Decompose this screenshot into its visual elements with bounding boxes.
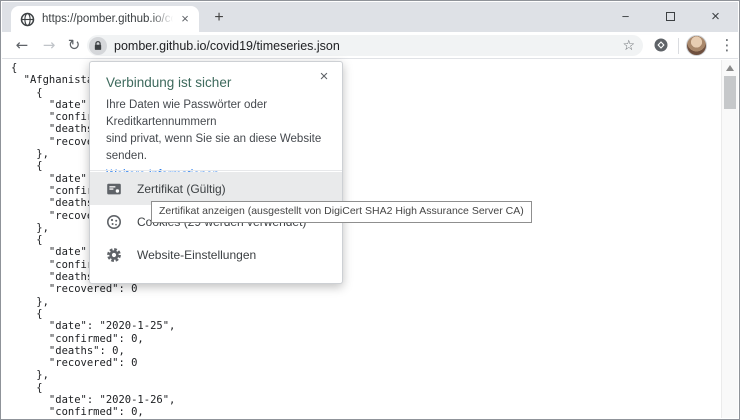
cookie-icon <box>106 214 122 230</box>
titlebar: https://pomber.github.io/covid19 × + − × <box>2 2 738 32</box>
reload-button[interactable]: ↻ <box>64 35 84 55</box>
bookmark-star-icon[interactable]: ☆ <box>622 37 635 55</box>
forward-button[interactable]: → <box>39 35 59 55</box>
popup-title: Verbindung ist sicher <box>106 75 326 90</box>
tab-title-fade <box>151 12 177 27</box>
globe-favicon-icon <box>20 12 35 27</box>
popup-close-button[interactable]: × <box>315 68 333 86</box>
toolbar-divider <box>678 38 679 54</box>
tab-title: https://pomber.github.io/covid19 <box>42 12 177 27</box>
menu-item-label: Zertifikat (Gültig) <box>137 182 226 196</box>
popup-separator <box>90 170 342 171</box>
profile-avatar[interactable] <box>686 35 707 56</box>
extension-icon[interactable] <box>653 37 669 53</box>
toolbar: ← → ↻ pomber.github.io/covid19/timeserie… <box>2 32 738 59</box>
window-minimize-button[interactable]: − <box>603 2 648 30</box>
window-close-button[interactable]: × <box>693 2 738 30</box>
tab-close-button[interactable]: × <box>177 11 193 27</box>
window-maximize-button[interactable] <box>648 2 693 30</box>
maximize-icon <box>666 12 675 21</box>
site-info-lock-button[interactable] <box>89 37 107 55</box>
site-info-popup: × Verbindung ist sicher Ihre Daten wie P… <box>89 61 343 284</box>
popup-body-text: Ihre Daten wie Passwörter oder Kreditkar… <box>106 97 326 165</box>
scrollbar-thumb[interactable] <box>724 76 736 109</box>
menu-item-site-settings[interactable]: Website-Einstellungen <box>90 238 342 271</box>
lock-icon <box>93 40 103 51</box>
address-bar[interactable]: pomber.github.io/covid19/timeseries.json… <box>87 35 643 56</box>
certificate-tooltip: Zertifikat anzeigen (ausgestellt von Dig… <box>151 201 532 223</box>
settings-gear-icon <box>106 247 122 263</box>
browser-window: https://pomber.github.io/covid19 × + − ×… <box>0 0 740 420</box>
menu-item-label: Website-Einstellungen <box>137 248 256 262</box>
browser-tab[interactable]: https://pomber.github.io/covid19 × <box>11 6 199 32</box>
new-tab-button[interactable]: + <box>207 9 231 27</box>
scrollbar[interactable] <box>721 60 738 418</box>
scrollbar-up-arrow-icon[interactable] <box>726 65 734 71</box>
window-controls: − × <box>603 2 738 30</box>
browser-menu-button[interactable]: ⋮ <box>718 34 736 56</box>
back-button[interactable]: ← <box>12 35 32 55</box>
certificate-icon <box>106 181 122 197</box>
url-text: pomber.github.io/covid19/timeseries.json <box>114 39 622 53</box>
